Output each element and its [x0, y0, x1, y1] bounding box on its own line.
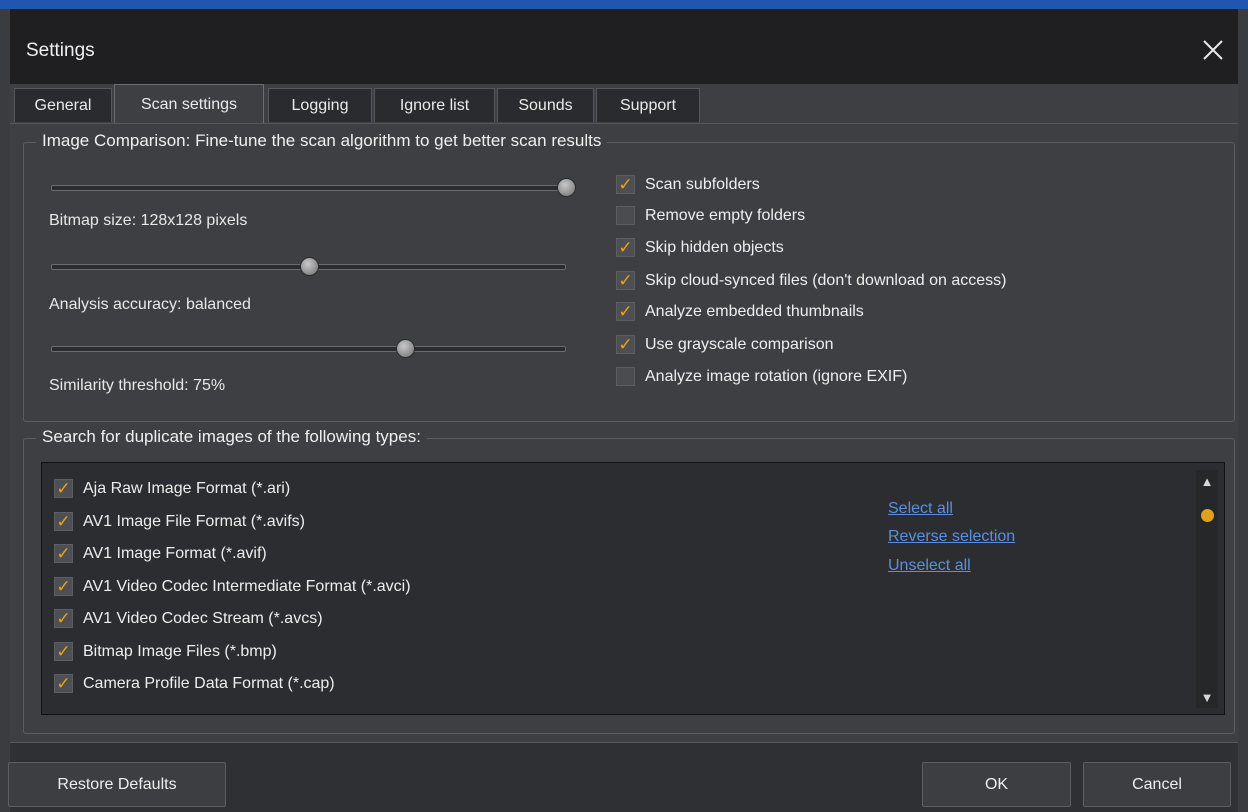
check-icon: ✓ — [54, 642, 73, 661]
image-types-legend: Search for duplicate images of the follo… — [36, 427, 427, 447]
analyze-thumbnails-checkbox[interactable]: ✓ Analyze embedded thumbnails — [616, 302, 864, 321]
scroll-down-icon[interactable]: ▼ — [1196, 688, 1218, 706]
checkbox-label: Remove empty folders — [645, 206, 806, 224]
tab-ignore-list[interactable]: Ignore list — [374, 88, 495, 122]
tab-bar: General Scan settings Logging Ignore lis… — [10, 84, 1238, 124]
check-icon: ✓ — [54, 609, 73, 628]
image-types-list: ✓ Aja Raw Image Format (*.ari) ✓ AV1 Ima… — [41, 462, 1225, 715]
list-item-label: Camera Profile Data Format (*.cap) — [83, 674, 335, 692]
analysis-accuracy-label: Analysis accuracy: balanced — [49, 296, 251, 313]
grayscale-comparison-checkbox[interactable]: ✓ Use grayscale comparison — [616, 335, 834, 354]
list-item-avci[interactable]: ✓ AV1 Video Codec Intermediate Format (*… — [54, 577, 411, 596]
close-icon — [1203, 40, 1223, 60]
button-bar-separator — [10, 742, 1238, 743]
list-item-ari[interactable]: ✓ Aja Raw Image Format (*.ari) — [54, 479, 290, 498]
check-icon: ✓ — [616, 271, 635, 290]
select-all-link[interactable]: Select all — [888, 500, 953, 518]
restore-defaults-button[interactable]: Restore Defaults — [8, 762, 226, 807]
list-item-label: Bitmap Image Files (*.bmp) — [83, 642, 277, 660]
checkbox-label: Analyze embedded thumbnails — [645, 302, 864, 320]
checkbox-label: Skip hidden objects — [645, 238, 784, 256]
tab-scan-settings[interactable]: Scan settings — [114, 84, 264, 124]
window-title: Settings — [26, 40, 95, 61]
bitmap-size-label: Bitmap size: 128x128 pixels — [49, 212, 248, 229]
window-top-border — [0, 0, 1248, 9]
check-icon: ✓ — [54, 479, 73, 498]
checkbox-label: Analyze image rotation (ignore EXIF) — [645, 367, 908, 385]
cancel-button[interactable]: Cancel — [1083, 762, 1231, 807]
check-icon: ✓ — [616, 335, 635, 354]
skip-hidden-objects-checkbox[interactable]: ✓ Skip hidden objects — [616, 238, 784, 257]
unselect-all-link[interactable]: Unselect all — [888, 557, 971, 575]
tab-logging[interactable]: Logging — [268, 88, 372, 122]
check-icon: ✓ — [616, 238, 635, 257]
analyze-rotation-checkbox[interactable]: Analyze image rotation (ignore EXIF) — [616, 367, 907, 386]
scan-subfolders-checkbox[interactable]: ✓ Scan subfolders — [616, 175, 760, 194]
analysis-accuracy-slider[interactable] — [51, 256, 566, 276]
check-icon: ✓ — [54, 674, 73, 693]
similarity-threshold-slider[interactable] — [51, 338, 566, 358]
similarity-threshold-label: Similarity threshold: 75% — [49, 377, 226, 394]
checkbox-label: Use grayscale comparison — [645, 335, 834, 353]
checkbox-box — [616, 206, 635, 225]
tab-general[interactable]: General — [14, 88, 112, 122]
checkbox-label: Scan subfolders — [645, 175, 760, 193]
check-icon: ✓ — [54, 577, 73, 596]
checkbox-box — [616, 367, 635, 386]
check-icon: ✓ — [54, 544, 73, 563]
slider-thumb[interactable] — [395, 339, 415, 358]
check-icon: ✓ — [616, 302, 635, 321]
slider-thumb[interactable] — [299, 257, 319, 276]
skip-cloud-synced-checkbox[interactable]: ✓ Skip cloud-synced files (don't downloa… — [616, 271, 1006, 290]
image-comparison-legend: Image Comparison: Fine-tune the scan alg… — [36, 131, 608, 151]
slider-thumb[interactable] — [557, 178, 576, 197]
vertical-scrollbar[interactable]: ▲ ▼ — [1196, 470, 1218, 708]
checkbox-label: Skip cloud-synced files (don't download … — [645, 271, 1007, 289]
list-item-label: AV1 Video Codec Stream (*.avcs) — [83, 609, 323, 627]
scrollbar-thumb[interactable] — [1201, 509, 1214, 522]
list-item-bmp[interactable]: ✓ Bitmap Image Files (*.bmp) — [54, 642, 277, 661]
ok-button[interactable]: OK — [922, 762, 1071, 807]
slider-track — [51, 346, 566, 352]
tab-support[interactable]: Support — [596, 88, 700, 122]
tab-sounds[interactable]: Sounds — [497, 88, 594, 122]
list-item-cap[interactable]: ✓ Camera Profile Data Format (*.cap) — [54, 674, 335, 693]
reverse-selection-link[interactable]: Reverse selection — [888, 528, 1015, 546]
settings-window: Settings General Scan settings Logging I… — [8, 9, 1238, 812]
list-item-avifs[interactable]: ✓ AV1 Image File Format (*.avifs) — [54, 512, 305, 531]
list-item-avcs[interactable]: ✓ AV1 Video Codec Stream (*.avcs) — [54, 609, 323, 628]
title-bar: Settings — [10, 9, 1238, 84]
check-icon: ✓ — [616, 175, 635, 194]
bitmap-size-slider[interactable] — [51, 177, 576, 197]
remove-empty-folders-checkbox[interactable]: Remove empty folders — [616, 206, 805, 225]
close-button[interactable] — [1198, 35, 1228, 65]
list-item-label: AV1 Image File Format (*.avifs) — [83, 512, 305, 530]
check-icon: ✓ — [54, 512, 73, 531]
list-item-label: Aja Raw Image Format (*.ari) — [83, 479, 291, 497]
button-bar: Restore Defaults OK Cancel — [8, 742, 1238, 812]
slider-track — [51, 185, 566, 191]
list-item-avif[interactable]: ✓ AV1 Image Format (*.avif) — [54, 544, 267, 563]
scroll-up-icon[interactable]: ▲ — [1196, 472, 1218, 490]
list-item-label: AV1 Video Codec Intermediate Format (*.a… — [83, 577, 411, 595]
tab-content-border — [10, 123, 1238, 124]
list-item-label: AV1 Image Format (*.avif) — [83, 544, 267, 562]
